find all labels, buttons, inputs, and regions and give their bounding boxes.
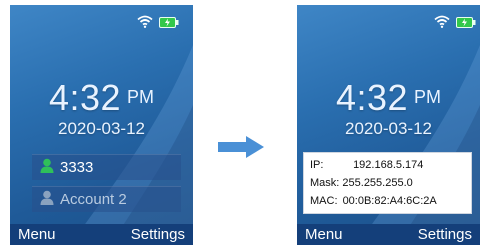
user-icon [40, 190, 54, 210]
battery-charging-icon [159, 15, 179, 33]
account-label: 3333 [60, 159, 94, 176]
clock: 4:32 PM [297, 77, 480, 119]
wifi-icon [137, 15, 153, 33]
menu-softkey[interactable]: Menu [305, 226, 343, 243]
menu-softkey[interactable]: Menu [18, 226, 56, 243]
date: 2020-03-12 [345, 119, 432, 138]
settings-softkey[interactable]: Settings [131, 226, 185, 243]
softkey-bar: Menu Settings [10, 224, 193, 245]
mask-value: 255.255.255.0 [342, 177, 413, 189]
mask-row: Mask: 255.255.255.0 [310, 174, 465, 192]
ip-row: IP: 192.168.5.174 [310, 156, 465, 174]
status-bar [137, 15, 179, 33]
clock-time: 4:32 [48, 77, 122, 118]
account-label: Account 2 [60, 191, 127, 208]
clock-time: 4:32 [335, 77, 409, 118]
account-line-1[interactable]: 3333 [32, 154, 181, 180]
settings-softkey[interactable]: Settings [418, 226, 472, 243]
user-icon [40, 158, 54, 178]
arrow-right-icon [218, 136, 264, 163]
phone-screen-right: 4:32 PM 2020-03-12 IP: 192.168.5.174 Mask… [297, 5, 480, 245]
network-info-box: IP: 192.168.5.174 Mask: 255.255.255.0 MA… [303, 152, 472, 214]
clock-ampm: PM [127, 87, 155, 107]
mac-value: 00:0B:82:A4:6C:2A [342, 195, 437, 207]
battery-charging-icon [456, 15, 476, 33]
mac-row: MAC: 00:0B:82:A4:6C:2A [310, 192, 465, 210]
ip-label: IP: [310, 159, 324, 171]
status-bar [434, 15, 476, 33]
softkey-bar: Menu Settings [297, 224, 480, 245]
phone-screen-left: 4:32 PM 2020-03-12 3333 Account 2 Menu Se… [10, 5, 193, 245]
clock: 4:32 PM [10, 77, 193, 119]
account-line-2[interactable]: Account 2 [32, 186, 181, 212]
mac-label: MAC: [310, 195, 338, 207]
ip-value: 192.168.5.174 [353, 159, 424, 171]
wifi-icon [434, 15, 450, 33]
clock-ampm: PM [414, 87, 442, 107]
mask-label: Mask: [310, 177, 340, 189]
date: 2020-03-12 [58, 119, 145, 138]
